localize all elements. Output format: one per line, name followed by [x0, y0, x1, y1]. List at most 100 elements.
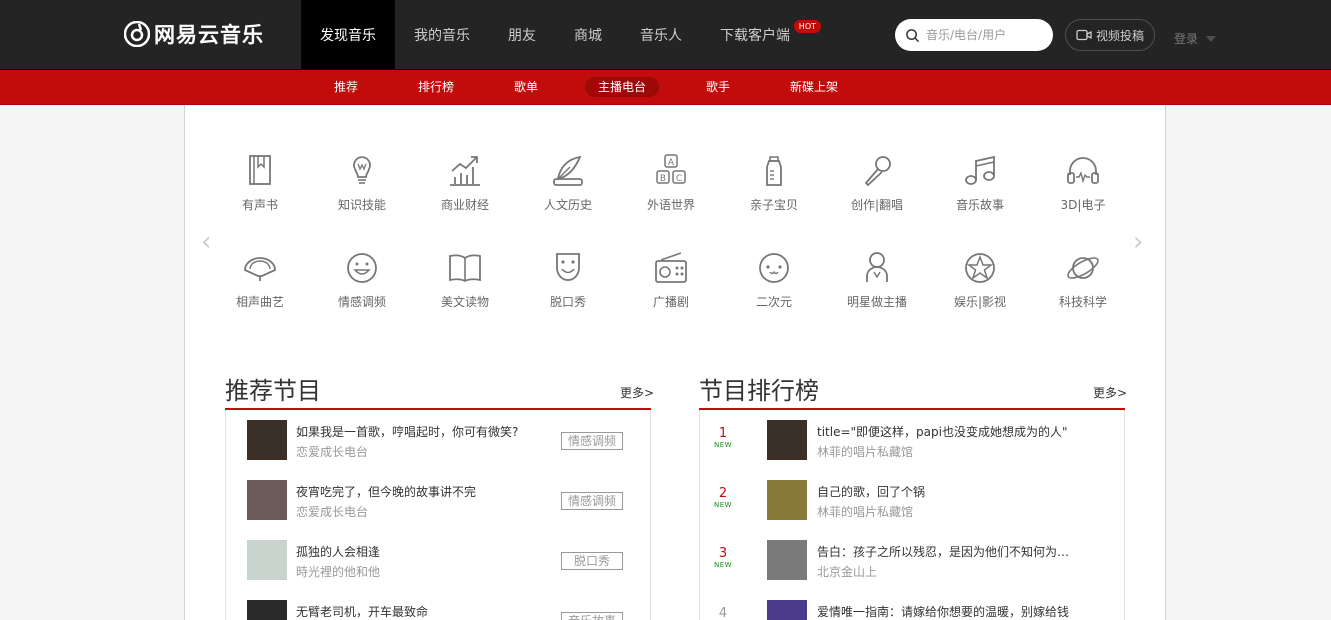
category-label: 音乐故事: [955, 198, 1004, 212]
rank-cell: 4: [709, 606, 737, 620]
nav-item-musician[interactable]: 音乐人: [621, 0, 701, 69]
ranking-more-link[interactable]: 更多>: [1093, 384, 1127, 401]
category-label: 3D|电子: [1060, 198, 1106, 212]
program-title[interactable]: 夜宵吃完了，但今晚的故事讲不完: [296, 483, 536, 500]
program-title[interactable]: title="即便这样，papi也没变成她想成为的人": [817, 423, 1107, 440]
search-icon: [906, 28, 920, 42]
program-tag[interactable]: 音乐故事: [561, 612, 623, 620]
nav-item-discover[interactable]: 发现音乐: [301, 0, 395, 69]
category-label: 娱乐|影视: [953, 295, 1007, 309]
category-business[interactable]: 商业财经: [425, 153, 505, 213]
category-cover[interactable]: 创作|翻唱: [837, 153, 917, 213]
recommended-title: 推荐节目: [225, 377, 321, 405]
table-row[interactable]: 3 NEW 告白：孩子之所以残忍，是因为他们不知何为… 北京金山上: [700, 530, 1124, 590]
category-label: 情感调频: [337, 295, 386, 309]
main-nav: 发现音乐 我的音乐 朋友 商城 音乐人 下载客户端 HOT: [301, 0, 821, 69]
list-item[interactable]: 无臂老司机，开车最致命 音乐故事: [226, 590, 650, 620]
nav-label: 朋友: [508, 27, 536, 44]
program-title[interactable]: 爱情唯一指南：请嫁给你想要的温暖，别嫁给钱: [817, 603, 1107, 620]
program-radio[interactable]: 林菲的唱片私藏馆: [817, 503, 913, 520]
category-label: 相声曲艺: [235, 295, 284, 309]
program-cover[interactable]: [767, 540, 807, 580]
category-audiobook[interactable]: 有声书: [220, 153, 300, 213]
program-tag[interactable]: 脱口秀: [561, 552, 623, 570]
program-title[interactable]: 无臂老司机，开车最致命: [296, 603, 536, 620]
subnav-item-artist[interactable]: 歌手: [693, 77, 743, 97]
open-book-icon: [449, 254, 481, 283]
program-tag[interactable]: 情感调频: [561, 492, 623, 510]
program-radio[interactable]: 林菲的唱片私藏馆: [817, 443, 913, 460]
carousel-next-arrow[interactable]: ›: [1133, 229, 1143, 255]
ranking-title: 节目排行榜: [699, 377, 819, 405]
category-talkshow[interactable]: 脱口秀: [528, 250, 608, 310]
category-label: 广播剧: [652, 295, 689, 309]
category-emotion[interactable]: 情感调频: [322, 250, 402, 310]
search-box[interactable]: [895, 19, 1053, 51]
category-acg[interactable]: 二次元: [734, 250, 814, 310]
program-cover[interactable]: [767, 420, 807, 460]
video-upload-button[interactable]: 视频投稿: [1065, 19, 1155, 51]
program-cover[interactable]: [767, 480, 807, 520]
category-language[interactable]: ABC 外语世界: [631, 153, 711, 213]
search-input[interactable]: [926, 28, 1046, 42]
subnav-item-toplist[interactable]: 排行榜: [405, 77, 467, 97]
program-radio[interactable]: 恋爱成长电台: [296, 503, 368, 520]
program-cover[interactable]: [767, 600, 807, 620]
subnav-item-new-albums[interactable]: 新碟上架: [777, 77, 851, 97]
program-tag[interactable]: 情感调频: [561, 432, 623, 450]
category-music-story[interactable]: 音乐故事: [940, 153, 1020, 213]
subnav-item-playlist[interactable]: 歌单: [501, 77, 551, 97]
table-row[interactable]: 1 NEW title="即便这样，papi也没变成她想成为的人" 林菲的唱片私…: [700, 410, 1124, 470]
table-row[interactable]: 4 爱情唯一指南：请嫁给你想要的温暖，别嫁给钱: [700, 590, 1124, 620]
category-3d-electronic[interactable]: 3D|电子: [1043, 153, 1123, 213]
nav-item-my-music[interactable]: 我的音乐: [395, 0, 489, 69]
category-history[interactable]: 人文历史: [528, 153, 608, 213]
program-cover[interactable]: [247, 600, 287, 620]
recommended-more-link[interactable]: 更多>: [620, 384, 654, 401]
carousel-prev-arrow[interactable]: ‹: [201, 229, 211, 255]
category-label: 亲子宝贝: [749, 198, 798, 212]
category-science[interactable]: 科技科学: [1043, 250, 1123, 310]
program-title[interactable]: 自己的歌，回了个锅: [817, 483, 1107, 500]
category-label: 创作|翻唱: [850, 198, 904, 212]
category-label: 脱口秀: [549, 295, 586, 309]
category-reading[interactable]: 美文读物: [425, 250, 505, 310]
quill-icon: [553, 155, 583, 186]
svg-text:B: B: [660, 174, 666, 184]
list-item[interactable]: 如果我是一首歌，哼唱起时，你可有微笑? 恋爱成长电台 情感调频: [226, 410, 650, 470]
subnav-item-recommend[interactable]: 推荐: [321, 77, 371, 97]
svg-text:C: C: [676, 174, 682, 184]
program-cover[interactable]: [247, 540, 287, 580]
program-cover[interactable]: [247, 420, 287, 460]
headphones-icon: [1067, 157, 1099, 184]
category-celebrity[interactable]: 明星做主播: [837, 250, 917, 310]
netease-music-logo-icon: [124, 21, 150, 47]
rank-cell: 1 NEW: [709, 426, 737, 449]
nav-item-store[interactable]: 商城: [555, 0, 621, 69]
category-kids[interactable]: 亲子宝贝: [734, 153, 814, 213]
program-title[interactable]: 孤独的人会相逢: [296, 543, 536, 560]
list-item[interactable]: 夜宵吃完了，但今晚的故事讲不完 恋爱成长电台 情感调频: [226, 470, 650, 530]
nav-item-download[interactable]: 下载客户端 HOT: [701, 0, 821, 69]
program-cover[interactable]: [247, 480, 287, 520]
program-radio[interactable]: 時光裡的他和他: [296, 563, 380, 580]
subnav-item-djradio[interactable]: 主播电台: [585, 77, 660, 97]
rank-number: 1: [718, 426, 728, 441]
bottle-icon: [766, 156, 782, 186]
logo[interactable]: 网易云音乐: [124, 19, 264, 49]
category-knowledge[interactable]: 知识技能: [322, 153, 402, 213]
rank-number: 2: [718, 486, 728, 501]
new-badge: NEW: [713, 561, 733, 569]
program-title[interactable]: 告白：孩子之所以残忍，是因为他们不知何为…: [817, 543, 1107, 560]
table-row[interactable]: 2 NEW 自己的歌，回了个锅 林菲的唱片私藏馆: [700, 470, 1124, 530]
category-crosstalk[interactable]: 相声曲艺: [220, 250, 300, 310]
program-radio[interactable]: 恋爱成长电台: [296, 443, 368, 460]
category-entertainment[interactable]: 娱乐|影视: [940, 250, 1020, 310]
nav-item-friends[interactable]: 朋友: [489, 0, 555, 69]
rank-number: 4: [718, 606, 728, 620]
program-radio[interactable]: 北京金山上: [817, 563, 877, 580]
login-link[interactable]: 登录: [1174, 30, 1217, 47]
list-item[interactable]: 孤独的人会相逢 時光裡的他和他 脱口秀: [226, 530, 650, 590]
program-title[interactable]: 如果我是一首歌，哼唱起时，你可有微笑?: [296, 423, 536, 440]
category-radio-drama[interactable]: 广播剧: [631, 250, 711, 310]
